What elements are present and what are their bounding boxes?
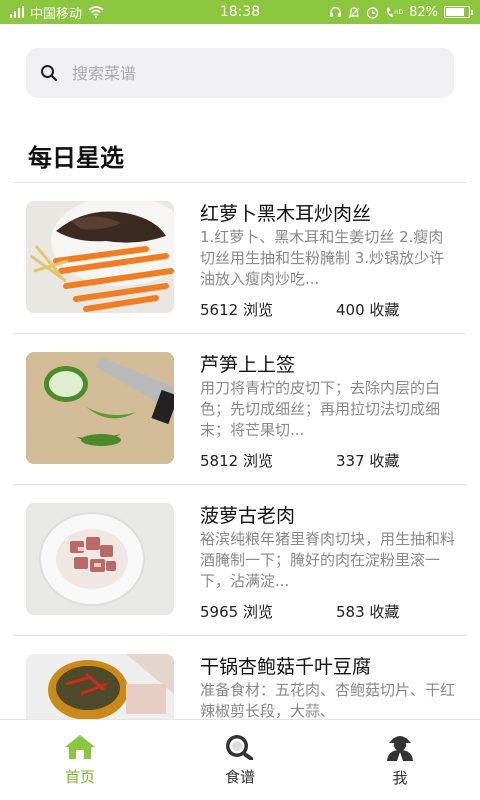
recipe-item[interactable]: 菠萝古老肉 裕滨纯粮年猪里脊肉切块，用生抽和料酒腌制一下；腌好的肉在淀粉里滚一下… <box>14 485 466 636</box>
recipe-thumbnail <box>26 654 174 719</box>
tab-home[interactable]: 首页 <box>0 720 160 800</box>
recipe-title: 红萝卜黑木耳炒肉丝 <box>200 203 372 225</box>
tab-label: 食谱 <box>224 767 255 786</box>
recipe-item[interactable]: 红萝卜黑木耳炒肉丝 1.红萝卜、黑木耳和生姜切丝 2.瘦肉切丝用生抽和生粉腌制 … <box>14 183 466 334</box>
pan-icon <box>226 734 254 760</box>
tab-recipes[interactable]: 食谱 <box>160 720 320 800</box>
recipe-stats: 5965 浏览 583 收藏 <box>200 601 399 622</box>
recipe-thumbnail <box>26 352 174 464</box>
bottom-tab-bar: 首页 食谱 我 <box>0 719 480 800</box>
tab-me[interactable]: 我 <box>320 720 480 800</box>
recipe-description: 用刀将青柠的皮切下；去除内层的白色；先切成细丝；再用拉切法切成细末；将芒果切..… <box>200 379 441 439</box>
status-bar: 中国移动 18:38 HD 82% <box>0 0 480 24</box>
search-input[interactable] <box>72 63 412 83</box>
recipe-thumbnail <box>26 503 174 615</box>
battery-icon <box>444 6 473 18</box>
svg-text:HD: HD <box>394 9 403 16</box>
recipe-favorites: 337 收藏 <box>336 452 400 470</box>
tab-label: 我 <box>392 768 408 787</box>
headset-icon <box>330 6 342 17</box>
recipe-views: 5965 浏览 <box>200 603 273 621</box>
recipe-views: 5812 浏览 <box>200 452 273 470</box>
battery-percent: 82% <box>409 4 438 20</box>
recipe-description: 裕滨纯粮年猪里脊肉切块，用生抽和料酒腌制一下；腌好的肉在淀粉里滚一下，沾满淀..… <box>200 530 456 590</box>
alarm-icon <box>366 6 379 19</box>
recipe-stats: 5812 浏览 337 收藏 <box>200 450 399 471</box>
recipe-title: 干锅杏鲍菇千叶豆腐 <box>200 656 372 678</box>
recipe-views: 5612 浏览 <box>200 301 273 319</box>
user-icon <box>387 735 413 761</box>
status-left: 中国移动 <box>10 3 104 22</box>
recipe-favorites: 583 收藏 <box>336 603 400 621</box>
signal-icon <box>10 6 24 18</box>
tab-label: 首页 <box>64 767 95 786</box>
battery-fill <box>446 8 465 16</box>
recipe-title: 菠萝古老肉 <box>200 505 296 527</box>
recipe-item[interactable]: 芦笋上上签 用刀将青柠的皮切下；去除内层的白色；先切成细丝；再用拉切法切成细末；… <box>14 334 466 485</box>
search-icon <box>41 65 58 82</box>
recipe-title: 芦笋上上签 <box>200 354 296 376</box>
recipe-thumbnail <box>26 201 174 313</box>
home-icon <box>65 734 95 759</box>
recipe-description: 1.红萝卜、黑木耳和生姜切丝 2.瘦肉切丝用生抽和生粉腌制 3.炒锅放少许油放入… <box>200 228 445 288</box>
section-title: 每日星选 <box>28 144 124 172</box>
search-bar[interactable] <box>26 48 454 98</box>
wifi-icon <box>88 6 104 18</box>
recipe-description: 准备食材：五花肉、杏鲍菇切片、干红辣椒剪长段，大蒜、 <box>200 681 456 719</box>
carrier-label: 中国移动 <box>30 6 83 22</box>
recipe-stats: 5612 浏览 400 收藏 <box>200 299 399 320</box>
bell-icon <box>348 6 360 18</box>
recipe-favorites: 400 收藏 <box>336 301 400 319</box>
recipe-list[interactable]: 红萝卜黑木耳炒肉丝 1.红萝卜、黑木耳和生姜切丝 2.瘦肉切丝用生抽和生粉腌制 … <box>0 183 480 719</box>
status-right: HD 82% <box>329 4 473 20</box>
recipe-item[interactable]: 干锅杏鲍菇千叶豆腐 准备食材：五花肉、杏鲍菇切片、干红辣椒剪长段，大蒜、 <box>14 636 466 719</box>
hd-call-icon: HD <box>386 7 403 17</box>
